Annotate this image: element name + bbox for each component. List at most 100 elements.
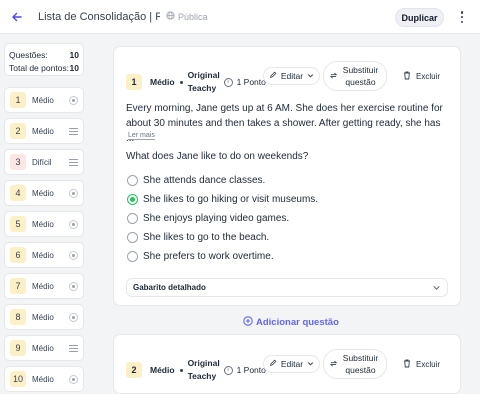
edit-label: Editar (280, 71, 304, 81)
total-points-label: Total de pontos: (9, 62, 70, 73)
multiple-choice-icon (69, 220, 78, 229)
difficulty-label: Difícil (32, 157, 52, 167)
edit-label: Editar (280, 359, 304, 369)
sidebar-question-item[interactable]: 3 Difícil (4, 149, 84, 175)
question-number-badge: 7 (10, 278, 26, 294)
sidebar-question-item[interactable]: 6 Médio (4, 242, 84, 268)
question-header: 2 Médio Original Teachy i 1 Ponto (126, 357, 266, 383)
option-label: She likes to go to the beach. (143, 232, 270, 243)
sidebar-question-item[interactable]: 7 Médio (4, 273, 84, 299)
option-radio[interactable] (127, 213, 138, 224)
pencil-icon (269, 71, 277, 81)
swap-icon (329, 358, 337, 370)
separator-dot (179, 368, 183, 372)
chevron-down-icon (432, 283, 441, 294)
delete-label: Excluir (416, 360, 441, 369)
add-question-label: Adicionar questão (256, 317, 339, 328)
origin-label: Original Teachy (187, 358, 220, 381)
visibility-status: Pública (166, 11, 208, 22)
answer-option[interactable]: She likes to go to the beach. (127, 232, 269, 243)
answer-option[interactable]: She prefers to work overtime. (127, 251, 274, 262)
add-question-button[interactable]: Adicionar questão (243, 316, 339, 329)
separator-dot (179, 80, 183, 84)
answer-option[interactable]: She enjoys playing video games. (127, 213, 289, 224)
points-label: 1 Ponto (236, 77, 266, 87)
option-radio[interactable] (127, 175, 138, 186)
sidebar-question-item[interactable]: 4 Médio (4, 180, 84, 206)
question-number-badge: 5 (10, 216, 26, 232)
answer-key-accordion[interactable]: Gabarito detalhado (126, 278, 448, 297)
question-number-badge: 1 (126, 74, 142, 90)
edit-button[interactable]: Editar (263, 67, 320, 85)
difficulty-label: Médio (150, 365, 175, 375)
sidebar-question-item[interactable]: 2 Médio (4, 118, 84, 144)
info-icon[interactable]: i (223, 365, 233, 375)
duplicate-button[interactable]: Duplicar (395, 8, 444, 27)
difficulty-label: Médio (32, 343, 54, 353)
chevron-down-icon (307, 359, 314, 369)
more-options-icon[interactable] (455, 9, 469, 25)
question-number-badge: 2 (10, 123, 26, 139)
multiple-choice-icon (69, 251, 78, 260)
difficulty-label: Médio (32, 281, 54, 291)
text-lines-icon (69, 344, 78, 353)
question-number-badge: 2 (126, 362, 142, 378)
list-summary: Questões: 10 Total de pontos: 10 (4, 43, 84, 76)
replace-question-button[interactable]: Substituir questão (323, 349, 387, 379)
option-label: She likes to go hiking or visit museums. (143, 194, 319, 205)
replace-label: Substituir questão (342, 353, 379, 375)
trash-icon (403, 359, 411, 370)
difficulty-label: Médio (32, 126, 54, 136)
option-label: She prefers to work overtime. (143, 251, 274, 262)
top-bar: Lista de Consolidação | Rot... Pública D… (0, 0, 480, 34)
option-label: She enjoys playing video games. (143, 213, 290, 224)
read-more-link[interactable]: Ler mais (128, 132, 155, 140)
question-number-badge: 9 (10, 340, 26, 356)
info-icon[interactable]: i (223, 77, 233, 87)
question-header: 1 Médio Original Teachy i 1 Ponto (126, 69, 266, 95)
question-number-badge: 3 (10, 154, 26, 170)
difficulty-label: Médio (32, 250, 54, 260)
plus-circle-icon (243, 316, 253, 329)
delete-label: Excluir (416, 72, 441, 81)
sidebar-question-item[interactable]: 8 Médio (4, 304, 84, 330)
replace-question-button[interactable]: Substituir questão (323, 61, 387, 91)
option-radio[interactable] (127, 251, 138, 262)
delete-button[interactable]: Excluir (403, 359, 440, 370)
points-label: 1 Ponto (236, 365, 266, 375)
chevron-down-icon (307, 71, 314, 81)
visibility-label: Pública (178, 11, 208, 22)
page-title: Lista de Consolidação | Rot... (38, 10, 160, 23)
multiple-choice-icon (69, 282, 78, 291)
question-number-badge: 1 (10, 92, 26, 108)
multiple-choice-icon (69, 189, 78, 198)
total-points-value: 10 (69, 62, 79, 73)
sidebar-question-item[interactable]: 10 Médio (4, 366, 84, 392)
answer-option[interactable]: She attends dance classes. (127, 175, 265, 186)
multiple-choice-icon (69, 375, 78, 384)
delete-button[interactable]: Excluir (403, 71, 440, 82)
question-number-badge: 6 (10, 247, 26, 263)
sidebar-question-item[interactable]: 9 Médio (4, 335, 84, 361)
edit-button[interactable]: Editar (263, 355, 320, 373)
passage-text: Every morning, Jane gets up at 6 AM. She… (126, 103, 443, 144)
answer-key-label: Gabarito detalhado (133, 283, 206, 292)
replace-label: Substituir questão (342, 65, 379, 87)
trash-icon (403, 71, 411, 82)
answer-option[interactable]: She likes to go hiking or visit museums. (127, 194, 318, 205)
option-radio[interactable] (127, 232, 138, 243)
questions-count-value: 10 (69, 49, 79, 60)
globe-icon (166, 11, 175, 22)
text-lines-icon (69, 127, 78, 136)
option-radio-selected[interactable] (127, 194, 138, 205)
question-number-badge: 8 (10, 309, 26, 325)
sidebar-question-item[interactable]: 5 Médio (4, 211, 84, 237)
difficulty-label: Médio (32, 219, 54, 229)
pencil-icon (269, 359, 277, 369)
back-arrow-icon[interactable] (8, 8, 26, 26)
question-text: What does Jane like to do on weekends? (126, 151, 309, 162)
questions-count-label: Questões: (9, 49, 48, 60)
sidebar-question-item[interactable]: 1 Médio (4, 87, 84, 113)
difficulty-label: Médio (32, 374, 54, 384)
multiple-choice-icon (69, 313, 78, 322)
